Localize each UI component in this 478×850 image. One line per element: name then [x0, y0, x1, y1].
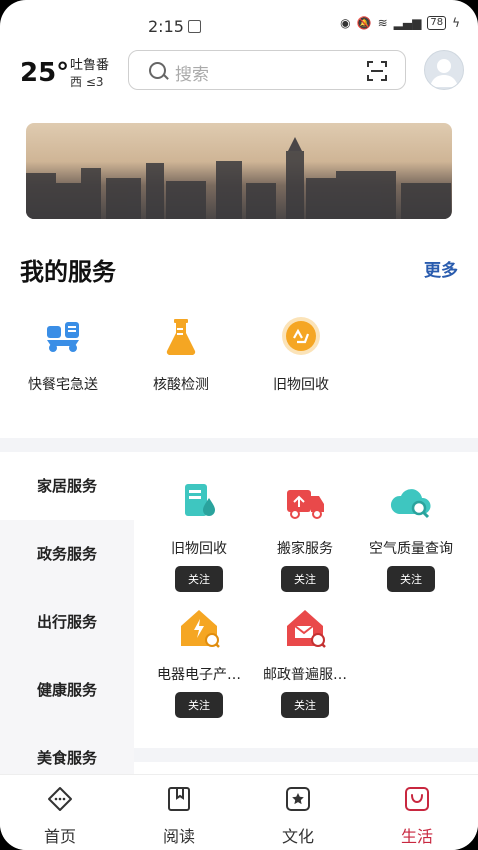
service-delivery[interactable]: 快餐宅急送 — [18, 316, 108, 394]
battery-level: 78 — [427, 16, 447, 30]
weather-wind: 西 ≤3 — [70, 75, 104, 89]
follow-button[interactable]: 关注 — [281, 692, 329, 718]
cloud-search-icon — [390, 489, 431, 519]
category-service-grid: 旧物回收 关注 搬家服务 关注 空气质量查询 关注 电器电子产… 关注 邮政普遍… — [134, 452, 478, 748]
service-nucleic-test[interactable]: 核酸检测 — [136, 316, 226, 394]
category-service-item[interactable]: 搬家服务 关注 — [250, 480, 360, 592]
weather-city[interactable]: 吐鲁番 — [70, 54, 109, 73]
eye-icon: ◉ — [340, 16, 351, 30]
follow-button[interactable]: 关注 — [387, 566, 435, 592]
tab-label: 首页 — [43, 827, 76, 846]
avatar[interactable] — [424, 50, 464, 90]
category-home[interactable]: 家居服务 — [0, 452, 134, 520]
search-placeholder: 搜索 — [175, 65, 209, 85]
moving-truck-icon — [287, 490, 324, 519]
tab-home[interactable]: 首页 — [20, 785, 100, 847]
scan-icon[interactable] — [367, 61, 387, 81]
follow-button[interactable]: 关注 — [281, 566, 329, 592]
grid-divider — [134, 748, 478, 762]
category-service-item[interactable]: 空气质量查询 关注 — [356, 480, 466, 592]
star-box-icon — [286, 787, 310, 811]
status-time: 2:15 — [148, 17, 184, 36]
city-banner[interactable] — [26, 123, 452, 219]
service-name: 空气质量查询 — [369, 541, 453, 557]
city-skyline-image — [26, 137, 451, 219]
house-mail-icon — [287, 610, 326, 648]
top-bar: 25° 吐鲁番 西 ≤3 搜索 — [0, 48, 478, 98]
category-service-item[interactable]: 电器电子产… 关注 — [144, 606, 254, 718]
service-recycle[interactable]: 旧物回收 — [256, 316, 346, 394]
category-service-item[interactable]: 旧物回收 关注 — [144, 480, 254, 592]
test-flask-icon — [166, 319, 196, 356]
tab-label: 文化 — [281, 827, 314, 846]
mute-icon: 🔕 — [356, 16, 372, 30]
service-name: 邮政普遍服… — [263, 667, 347, 683]
app-screen: 2:15 ◉ 🔕 ≋ ▂▄▆ 78 ϟ 25° 吐鲁番 西 ≤3 搜索 我的服务… — [0, 0, 478, 850]
status-bar: 2:15 ◉ 🔕 ≋ ▂▄▆ 78 ϟ — [0, 0, 478, 48]
search-icon — [149, 62, 166, 79]
service-label: 核酸检测 — [153, 377, 209, 393]
category-health[interactable]: 健康服务 — [0, 656, 134, 724]
document-drop-icon — [185, 484, 215, 516]
bottom-tab-bar: 首页 阅读 文化 生活 — [0, 774, 478, 850]
book-icon — [168, 787, 190, 811]
service-name: 电器电子产… — [157, 667, 241, 683]
service-name: 搬家服务 — [277, 541, 333, 557]
house-power-icon — [181, 610, 220, 648]
user-icon — [430, 59, 458, 87]
category-service-item[interactable]: 邮政普遍服… 关注 — [250, 606, 360, 718]
search-bar[interactable]: 搜索 — [128, 50, 406, 90]
tab-label: 阅读 — [162, 827, 195, 846]
weather-temperature[interactable]: 25° — [20, 58, 69, 88]
follow-button[interactable]: 关注 — [175, 566, 223, 592]
service-label: 旧物回收 — [273, 377, 329, 393]
service-name: 旧物回收 — [171, 541, 227, 557]
more-link[interactable]: 更多 — [424, 256, 458, 281]
wifi-icon: ≋ — [377, 16, 388, 30]
tab-life[interactable]: 生活 — [377, 785, 457, 847]
tab-label: 生活 — [400, 827, 433, 846]
follow-button[interactable]: 关注 — [175, 692, 223, 718]
status-icons: ◉ 🔕 ≋ ▂▄▆ 78 ϟ — [340, 16, 460, 30]
category-travel[interactable]: 出行服务 — [0, 588, 134, 656]
service-label: 快餐宅急送 — [28, 377, 98, 393]
home-icon — [48, 787, 72, 811]
signal-icon: ▂▄▆ — [393, 16, 422, 30]
delivery-scooter-icon — [47, 322, 79, 352]
tab-culture[interactable]: 文化 — [258, 785, 338, 847]
section-divider — [0, 438, 478, 452]
tab-reading[interactable]: 阅读 — [139, 785, 219, 847]
charging-icon: ϟ — [452, 16, 460, 30]
notification-icon — [188, 20, 201, 33]
my-services-title: 我的服务 — [20, 258, 116, 286]
category-government[interactable]: 政务服务 — [0, 520, 134, 588]
recycle-icon — [282, 317, 320, 355]
category-sidebar: 家居服务 政务服务 出行服务 健康服务 美食服务 — [0, 452, 134, 792]
life-bag-icon — [405, 787, 429, 811]
